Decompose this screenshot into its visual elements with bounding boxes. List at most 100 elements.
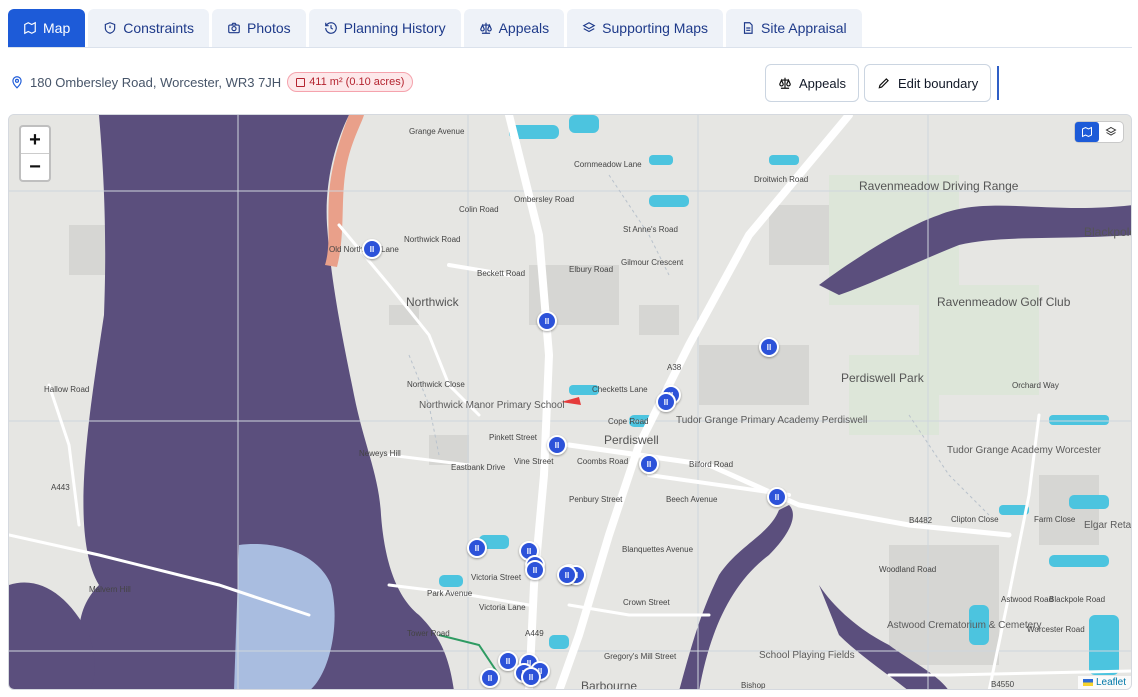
map-label: Grange Avenue xyxy=(409,127,465,136)
planning-application-marker[interactable]: II xyxy=(656,392,676,412)
map-label: Orchard Way xyxy=(1012,381,1059,390)
map-label: B4482 xyxy=(909,516,933,525)
map-label: Colin Road xyxy=(459,205,499,214)
attribution-link[interactable]: Leaflet xyxy=(1096,677,1126,688)
map-label: Droitwich Road xyxy=(754,175,809,184)
tab-map[interactable]: Map xyxy=(8,9,86,47)
map-label: Perdiswell Park xyxy=(841,371,924,385)
appeals-button[interactable]: Appeals xyxy=(765,64,859,102)
map-label: Clipton Close xyxy=(951,515,999,524)
planning-application-marker[interactable]: II xyxy=(467,538,487,558)
map-label: Tower Road xyxy=(407,629,450,638)
map-label: Blackpole Road xyxy=(1049,595,1106,604)
layers-icon xyxy=(582,22,596,33)
site-address: 180 Ombersley Road, Worcester, WR3 7JH xyxy=(30,74,282,90)
scales-icon xyxy=(479,22,492,34)
map-attribution: Leaflet xyxy=(1077,676,1131,689)
map-label: Pinkett Street xyxy=(489,433,538,442)
map-label: B4550 xyxy=(991,680,1015,689)
shield-icon xyxy=(104,22,116,34)
map-label: St Anne's Road xyxy=(623,225,678,234)
planning-application-marker[interactable]: II xyxy=(547,435,567,455)
zoom-in-button[interactable]: + xyxy=(21,127,49,153)
map-label: Eastbank Drive xyxy=(451,463,506,472)
site-area-badge: 411 m² (0.10 acres) xyxy=(287,72,414,92)
map-label: Astwood Road xyxy=(1001,595,1054,604)
map-label: Farm Close xyxy=(1034,515,1076,524)
map-label: Victoria Street xyxy=(471,573,522,582)
map-label: Neweys Hill xyxy=(359,449,401,458)
tab-photos[interactable]: Photos xyxy=(212,9,306,47)
map-label: Tudor Grange Academy Worcester xyxy=(947,445,1101,456)
map-label: Tudor Grange Primary Academy Perdiswell xyxy=(676,415,868,426)
map-label: Cornmeadow Lane xyxy=(574,160,642,169)
history-icon xyxy=(324,22,337,34)
site-area: 411 m² (0.10 acres) xyxy=(309,76,405,88)
map-label: Cope Road xyxy=(608,417,649,426)
map-label: Gregory's Mill Street xyxy=(604,652,677,661)
map-label: Victoria Lane xyxy=(479,603,526,612)
map-label: Hallow Road xyxy=(44,385,90,394)
planning-application-marker[interactable]: II xyxy=(639,454,659,474)
map-icon xyxy=(24,21,36,35)
map-label: Northwick Manor Primary School xyxy=(419,400,565,411)
tab-label: Site Appraisal xyxy=(761,20,847,36)
map-label: Northwick xyxy=(406,295,459,309)
map-label: A449 xyxy=(525,629,544,638)
map-label: Elbury Road xyxy=(569,265,614,274)
pencil-icon xyxy=(878,78,889,89)
tab-label: Supporting Maps xyxy=(602,20,709,36)
map-label: School Playing Fields xyxy=(759,650,855,661)
map-view-button[interactable] xyxy=(1075,122,1099,142)
planning-application-marker[interactable]: II xyxy=(537,311,557,331)
map-label: A443 xyxy=(51,483,70,492)
map-label: Crown Street xyxy=(623,598,670,607)
tab-bar: Map Constraints Photos Planning History Appe… xyxy=(8,9,862,47)
map-label: A38 xyxy=(667,363,682,372)
map-label: Park Avenue xyxy=(427,589,473,598)
location-pin-icon xyxy=(12,76,22,89)
map-viewport[interactable]: Northwick Perdiswell Barbourne Ravenmeadow … xyxy=(8,114,1132,690)
planning-application-marker[interactable]: II xyxy=(521,667,541,687)
layers-view-button[interactable] xyxy=(1099,122,1123,142)
map-label: Ombersley Road xyxy=(514,195,575,204)
planning-application-marker[interactable]: II xyxy=(767,487,787,507)
map-label: Ravenmeadow Driving Range xyxy=(859,179,1019,193)
map-label: Woodland Road xyxy=(879,565,937,574)
map-icon xyxy=(1082,126,1092,138)
site-address-row: 180 Ombersley Road, Worcester, WR3 7JH 4… xyxy=(10,72,414,92)
tab-label: Planning History xyxy=(343,20,446,36)
edit-boundary-button-label: Edit boundary xyxy=(898,75,979,91)
map-label: Barbourne xyxy=(581,679,638,690)
map-label: Astwood Crematorium & Cemetery xyxy=(887,620,1042,631)
tab-planning-history[interactable]: Planning History xyxy=(308,9,461,47)
planning-application-marker[interactable]: II xyxy=(525,560,545,580)
tab-divider xyxy=(8,47,1132,48)
planning-application-marker[interactable]: II xyxy=(759,337,779,357)
tab-label: Appeals xyxy=(498,20,550,36)
planning-application-marker[interactable]: II xyxy=(557,565,577,585)
planning-application-marker[interactable]: II xyxy=(480,668,500,688)
map-label: Malvern Hill xyxy=(89,585,131,594)
map-label: Penbury Street xyxy=(569,495,623,504)
tab-constraints[interactable]: Constraints xyxy=(88,9,210,47)
map-label: Northwick Road xyxy=(404,235,461,244)
camera-icon xyxy=(228,22,240,34)
map-label: Perdiswell xyxy=(604,433,659,447)
tab-site-appraisal[interactable]: Site Appraisal xyxy=(726,9,862,47)
ukraine-flag-icon xyxy=(1082,679,1093,686)
basemap-toggle xyxy=(1075,122,1123,142)
edit-boundary-button[interactable]: Edit boundary xyxy=(864,64,992,102)
zoom-control: + − xyxy=(19,125,51,182)
map-label: Ravenmeadow Golf Club xyxy=(937,295,1071,309)
square-icon xyxy=(296,77,306,87)
planning-application-marker[interactable]: II xyxy=(362,239,382,259)
map-label: Gilmour Crescent xyxy=(621,258,684,267)
map-label: Bilford Road xyxy=(689,460,734,469)
document-icon xyxy=(743,22,753,34)
map-label: Bishop xyxy=(741,681,766,690)
map-label: Blanquettes Avenue xyxy=(622,545,694,554)
zoom-out-button[interactable]: − xyxy=(21,153,49,180)
tab-supporting-maps[interactable]: Supporting Maps xyxy=(567,9,724,47)
tab-appeals[interactable]: Appeals xyxy=(463,9,565,47)
